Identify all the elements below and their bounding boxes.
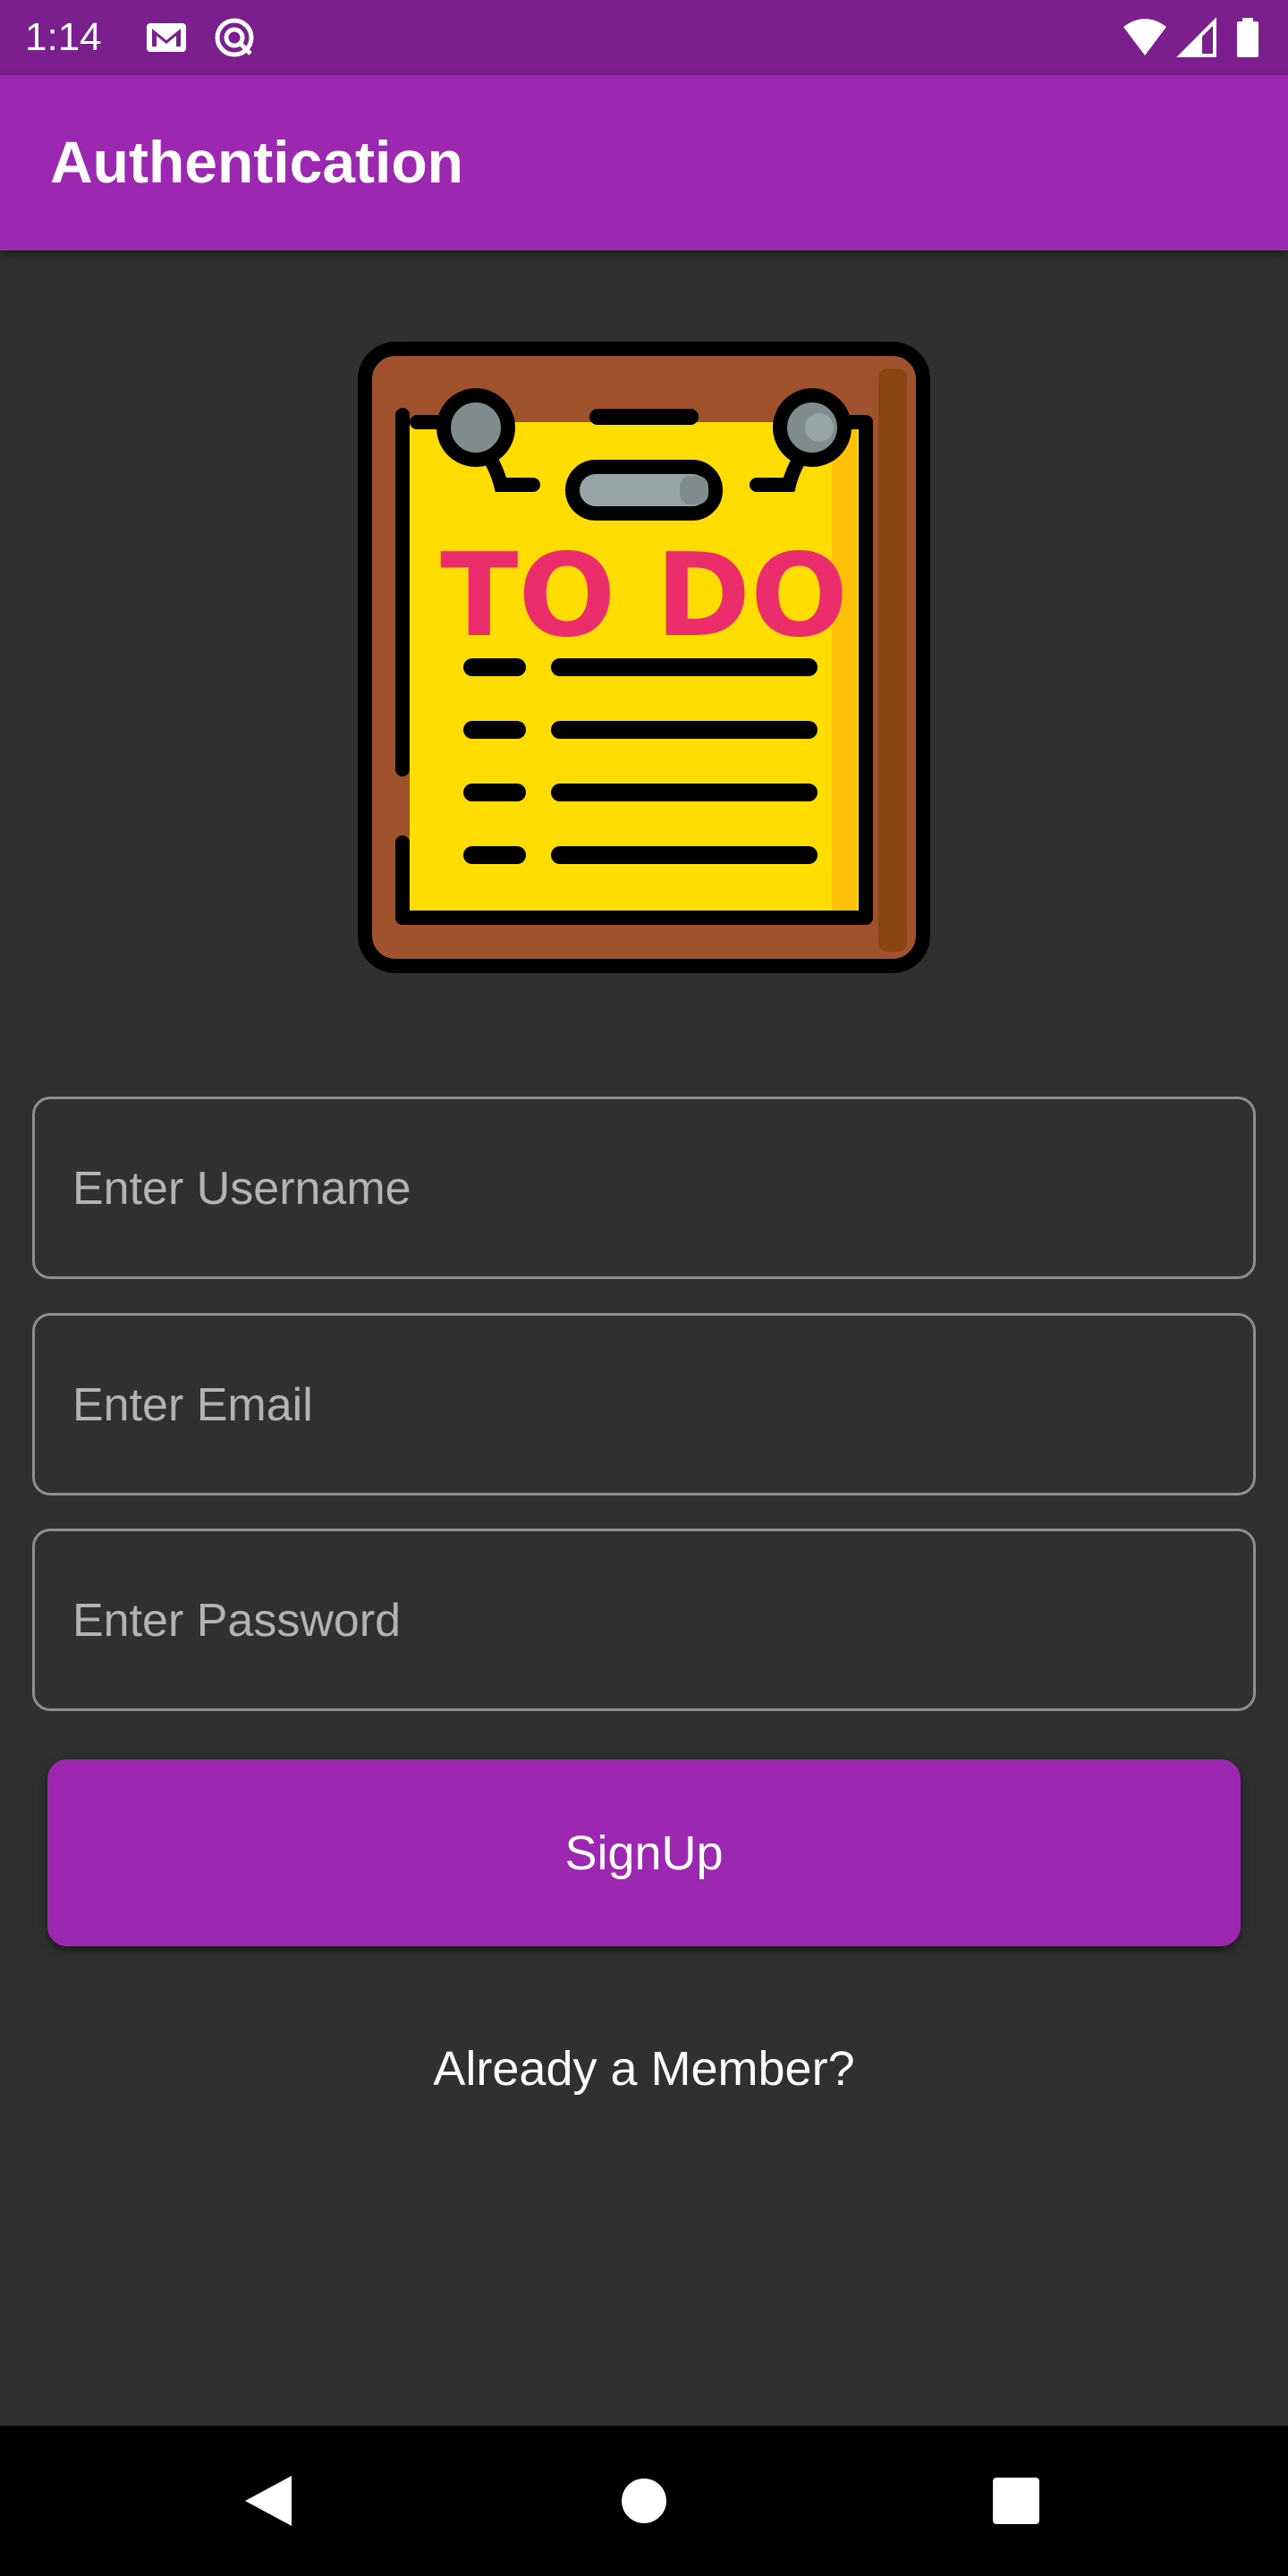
battery-icon: [1237, 18, 1258, 57]
password-input[interactable]: [71, 1531, 1219, 1710]
signup-button[interactable]: SignUp: [47, 1759, 1241, 1946]
status-bar: 1:14: [0, 0, 1288, 75]
email-field[interactable]: [32, 1313, 1256, 1496]
cellular-signal-icon: [1176, 17, 1216, 57]
password-field[interactable]: [32, 1529, 1256, 1711]
logo-text: TO DO: [440, 530, 848, 663]
navigation-bar: [0, 2426, 1288, 2576]
gmail-icon: [147, 23, 186, 52]
back-icon[interactable]: [225, 2456, 315, 2546]
app-bar: Authentication: [0, 75, 1288, 250]
username-input[interactable]: [71, 1099, 1219, 1278]
email-input[interactable]: [71, 1316, 1219, 1495]
home-icon[interactable]: [599, 2456, 689, 2546]
username-field[interactable]: [32, 1097, 1256, 1279]
status-time: 1:14: [25, 15, 102, 59]
app-title: Authentication: [50, 129, 463, 195]
already-member-link[interactable]: Already a Member?: [0, 2038, 1288, 2100]
data-saver-icon: [215, 18, 254, 57]
todo-clipboard-logo: TO DO: [358, 342, 930, 973]
recents-icon[interactable]: [971, 2456, 1061, 2546]
wifi-icon: [1123, 19, 1166, 55]
